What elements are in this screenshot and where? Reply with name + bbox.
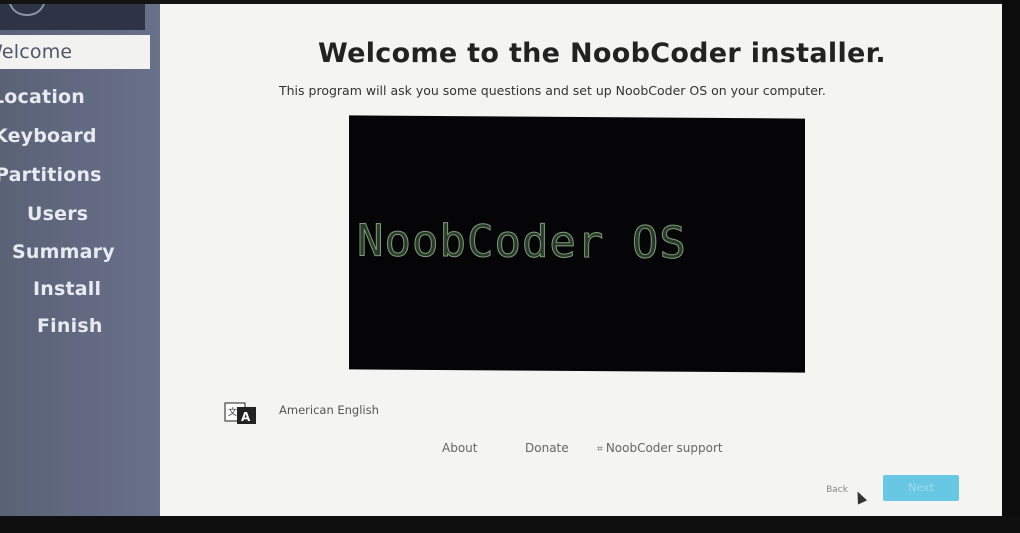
support-label: NoobCoder support — [605, 441, 723, 455]
language-select[interactable]: American English — [279, 403, 379, 417]
banner-text: NoobCoder OS — [357, 215, 688, 269]
sidebar: Welcome Location Keyboard Partitions Use… — [0, 4, 160, 516]
support-link[interactable]: ⌗ NoobCoder support — [597, 441, 723, 455]
sidebar-item-partitions[interactable]: Partitions — [0, 158, 150, 192]
welcome-banner: NoobCoder OS — [349, 115, 805, 373]
sidebar-item-users[interactable]: Users — [27, 197, 177, 231]
logo-strip — [0, 4, 145, 30]
about-link[interactable]: About — [442, 441, 477, 455]
sidebar-item-label: Keyboard — [0, 125, 97, 147]
sidebar-item-label: Welcome — [0, 41, 73, 63]
sidebar-item-welcome[interactable]: Welcome — [0, 35, 150, 69]
sidebar-item-label: Users — [27, 203, 89, 225]
sidebar-item-label: Install — [33, 278, 102, 300]
mouse-cursor-icon — [852, 489, 868, 505]
donate-link[interactable]: Donate — [525, 441, 569, 455]
svg-text:文: 文 — [228, 406, 237, 418]
sidebar-item-install[interactable]: Install — [33, 272, 183, 306]
sidebar-item-label: Summary — [12, 241, 115, 263]
svg-text:A: A — [241, 410, 251, 424]
next-button[interactable]: Next — [883, 475, 959, 501]
sidebar-item-label: Location — [0, 86, 86, 108]
sidebar-item-label: Finish — [37, 315, 103, 337]
monitor-bezel-right — [1002, 0, 1020, 533]
sidebar-item-location[interactable]: Location — [0, 80, 150, 114]
sidebar-item-finish[interactable]: Finish — [37, 309, 187, 343]
monitor-bezel-bottom — [0, 516, 1020, 533]
sidebar-item-summary[interactable]: Summary — [12, 235, 162, 269]
sidebar-item-keyboard[interactable]: Keyboard — [0, 119, 150, 153]
installer-window: Welcome Location Keyboard Partitions Use… — [0, 4, 1002, 516]
page-title: Welcome to the NoobCoder installer. — [318, 38, 886, 69]
page-subtitle: This program will ask you some questions… — [279, 83, 826, 98]
sidebar-item-label: Partitions — [0, 164, 102, 186]
logo-icon — [8, 4, 46, 16]
next-label: Next — [908, 481, 934, 494]
language-icon[interactable]: A 文 — [224, 400, 258, 426]
support-icon: ⌗ — [597, 444, 606, 455]
